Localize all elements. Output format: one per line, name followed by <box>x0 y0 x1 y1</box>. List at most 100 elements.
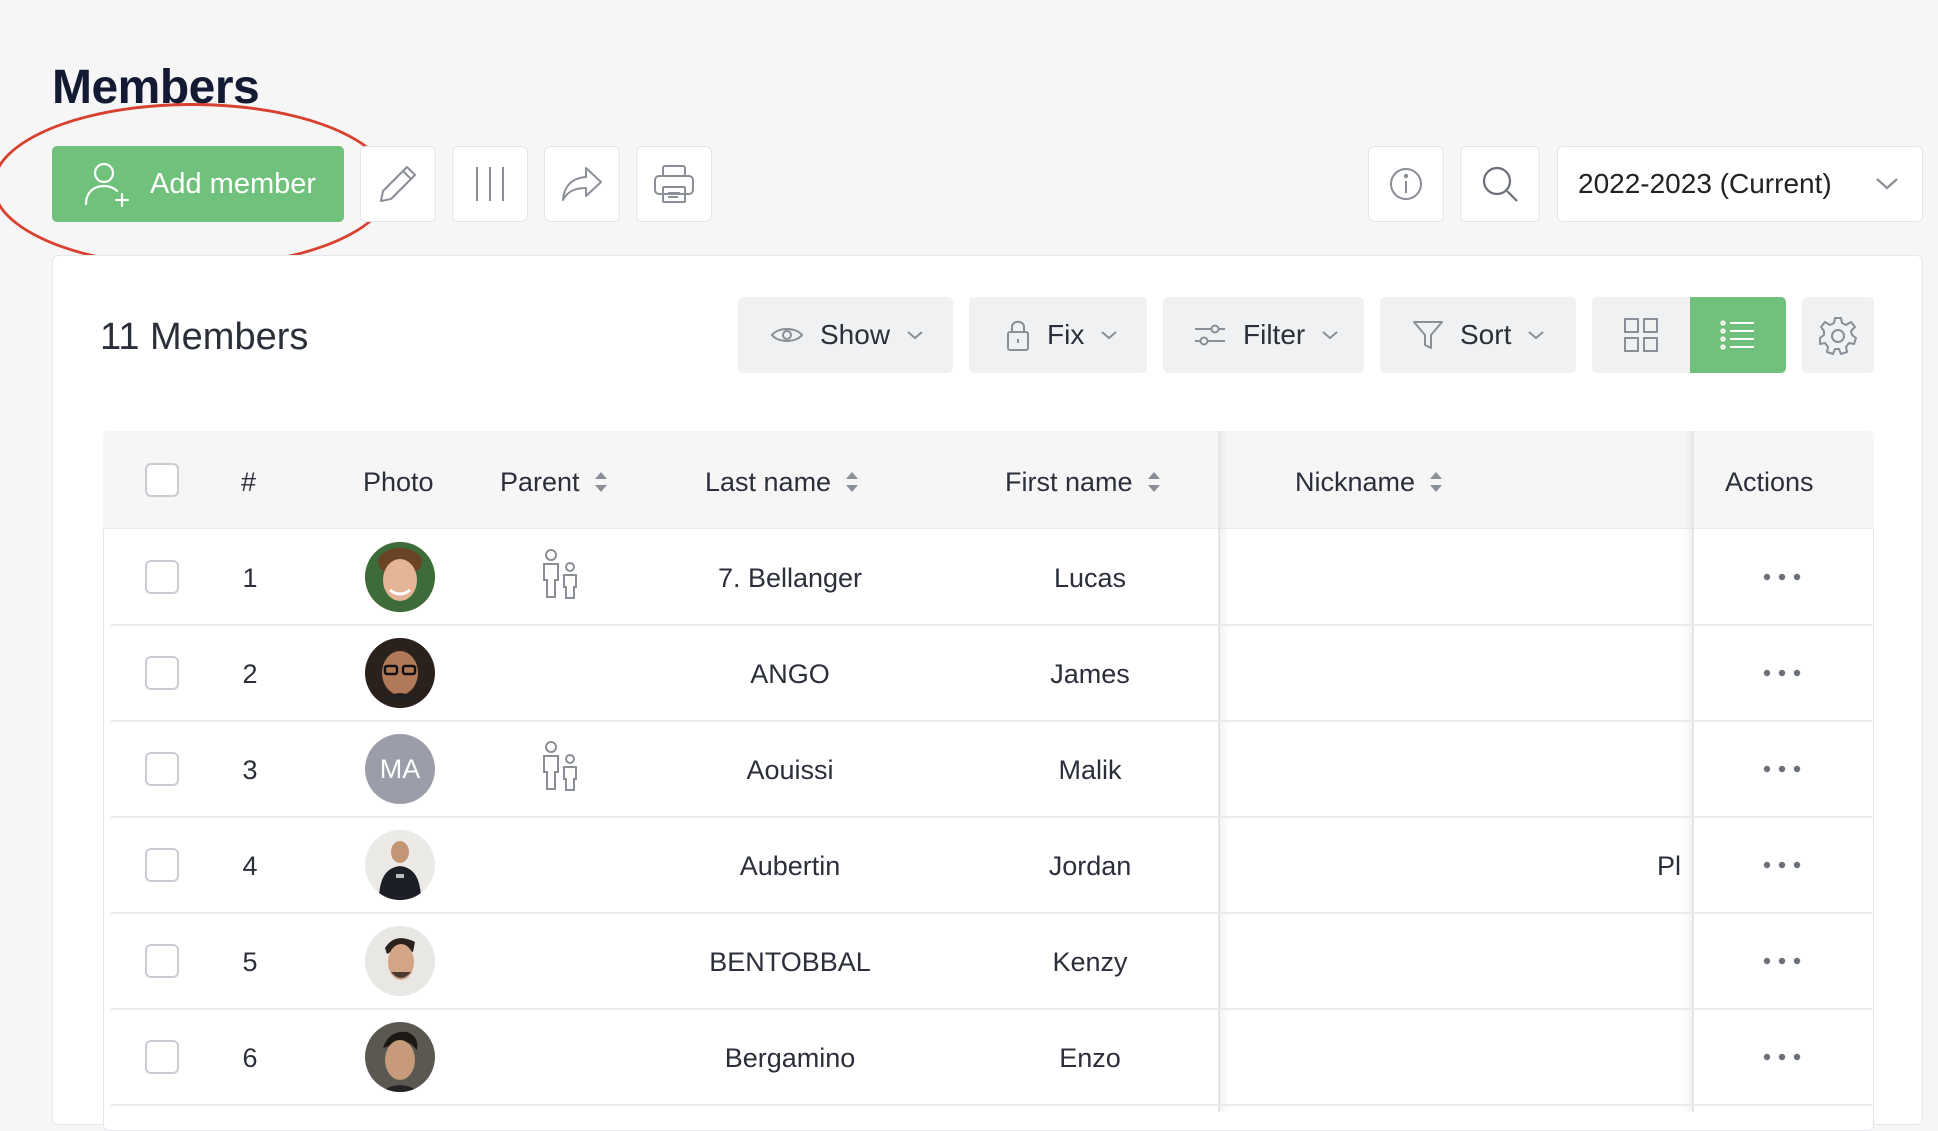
share-button[interactable] <box>544 146 620 222</box>
parent-icon[interactable] <box>540 548 580 600</box>
share-arrow-icon <box>562 167 602 201</box>
page-title: Members <box>52 61 260 114</box>
row-checkbox[interactable] <box>145 656 179 690</box>
avatar-photo <box>365 1022 435 1092</box>
nickname <box>1230 658 1682 698</box>
sort-button[interactable]: Sort <box>1380 297 1576 373</box>
column-photo: Photo <box>363 467 434 497</box>
select-all-checkbox[interactable] <box>145 463 179 497</box>
column-nickname-label: Nickname <box>1295 467 1416 497</box>
row-divider <box>111 912 1874 914</box>
first-name: Enzo <box>1059 1043 1121 1073</box>
sort-arrows-icon <box>846 472 859 492</box>
row-checkbox[interactable] <box>145 560 179 594</box>
grid-view-button[interactable] <box>1592 297 1690 373</box>
row-number: 2 <box>242 659 258 689</box>
avatar[interactable] <box>365 638 435 708</box>
avatar[interactable] <box>365 830 435 900</box>
column-first-name[interactable]: First name <box>1005 466 1161 498</box>
fix-label: Fix <box>1047 319 1085 350</box>
row-number: 6 <box>242 1043 258 1073</box>
row-number: 1 <box>242 563 258 593</box>
last-name: ANGO <box>750 659 830 689</box>
column-actions: Actions <box>1725 467 1814 497</box>
sort-arrows-icon <box>1430 472 1443 492</box>
first-name: James <box>1050 659 1130 689</box>
column-parent-label: Parent <box>500 467 580 497</box>
first-name: Malik <box>1058 755 1122 785</box>
first-name: Kenzy <box>1052 947 1128 977</box>
search-icon <box>1482 166 1518 202</box>
fix-button[interactable]: Fix <box>969 297 1147 373</box>
parent-icon[interactable] <box>540 740 580 792</box>
column-number: # <box>241 467 257 497</box>
eye-icon <box>770 328 804 342</box>
row-divider <box>111 720 1874 722</box>
sort-arrows-icon <box>1147 472 1160 492</box>
printer-icon <box>654 165 694 203</box>
avatar-initials[interactable]: MA <box>365 734 435 804</box>
last-name: BENTOBBAL <box>709 947 871 977</box>
more-actions-icon[interactable] <box>1762 860 1802 870</box>
chevron-down-icon <box>1322 331 1338 340</box>
nickname-value: Pla <box>1656 851 1682 881</box>
lock-icon <box>1007 320 1029 351</box>
info-button[interactable] <box>1368 146 1444 222</box>
more-actions-icon[interactable] <box>1762 956 1802 966</box>
settings-button[interactable] <box>1802 297 1874 373</box>
sort-label: Sort <box>1460 319 1512 350</box>
more-actions-icon[interactable] <box>1762 1052 1802 1062</box>
gear-icon <box>1819 317 1857 355</box>
nickname: Pla <box>1230 850 1682 890</box>
filter-button[interactable]: Filter <box>1163 297 1364 373</box>
row-checkbox[interactable] <box>145 848 179 882</box>
avatar-photo <box>365 830 435 900</box>
column-last-name-label: Last name <box>705 467 832 497</box>
column-first-name-label: First name <box>1005 467 1133 497</box>
search-button[interactable] <box>1460 146 1540 222</box>
avatar[interactable] <box>365 1022 435 1092</box>
nickname <box>1230 562 1682 602</box>
column-nickname[interactable]: Nickname <box>1295 466 1443 498</box>
nickname <box>1230 754 1682 794</box>
last-name: 7. Bellanger <box>717 563 863 593</box>
list-view-button[interactable] <box>1690 297 1786 373</box>
frozen-column-shadow <box>1219 431 1229 1112</box>
row-number: 3 <box>242 755 258 785</box>
first-name: Jordan <box>1048 851 1132 881</box>
row-divider <box>111 1008 1874 1010</box>
add-member-label: Add member <box>150 167 317 200</box>
last-name: Bergamino <box>724 1043 856 1073</box>
nickname <box>1230 946 1682 986</box>
column-last-name[interactable]: Last name <box>705 466 859 498</box>
add-member-button[interactable]: Add member <box>52 146 344 222</box>
row-divider <box>111 624 1874 626</box>
last-name: Aouissi <box>746 755 834 785</box>
last-name: Aubertin <box>739 851 841 881</box>
show-button[interactable]: Show <box>738 297 953 373</box>
season-value: 2022-2023 (Current) <box>1578 168 1832 199</box>
row-checkbox[interactable] <box>145 1040 179 1074</box>
grid-icon <box>1624 318 1658 352</box>
avatar[interactable] <box>365 542 435 612</box>
member-count: 11 Members <box>100 316 309 358</box>
edit-button[interactable] <box>360 146 436 222</box>
season-select[interactable]: 2022-2023 (Current) <box>1557 146 1923 222</box>
columns-icon <box>476 167 504 201</box>
row-checkbox[interactable] <box>145 944 179 978</box>
avatar[interactable] <box>365 926 435 996</box>
columns-button[interactable] <box>452 146 528 222</box>
more-actions-icon[interactable] <box>1762 572 1802 582</box>
row-checkbox[interactable] <box>145 752 179 786</box>
column-parent[interactable]: Parent <box>500 466 608 498</box>
avatar-photo <box>365 542 435 612</box>
row-number: 4 <box>242 851 258 881</box>
avatar-photo <box>365 638 435 708</box>
more-actions-icon[interactable] <box>1762 764 1802 774</box>
more-actions-icon[interactable] <box>1762 668 1802 678</box>
print-button[interactable] <box>636 146 712 222</box>
add-user-icon <box>84 162 130 208</box>
row-divider <box>111 816 1874 818</box>
chevron-down-icon <box>1101 331 1117 340</box>
avatar-photo <box>365 926 435 996</box>
